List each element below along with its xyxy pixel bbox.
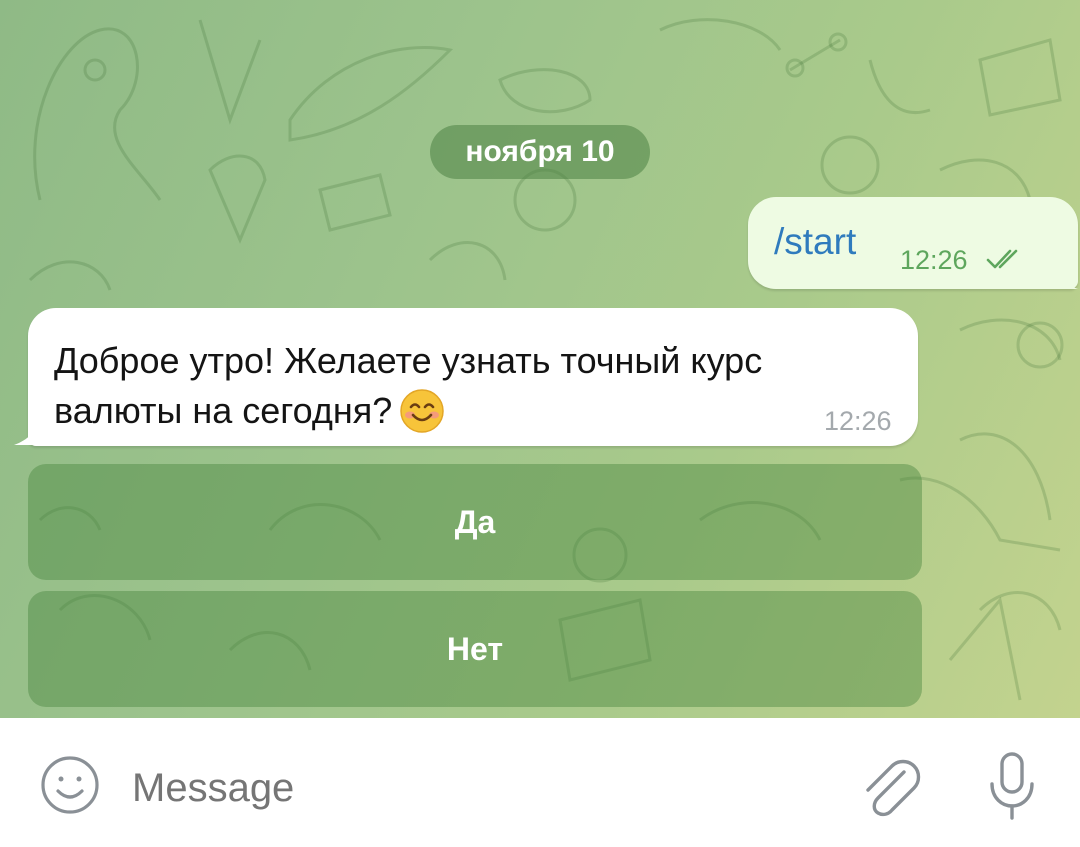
incoming-message-text: Доброе утро! Желаете узнать точный курс … — [54, 336, 884, 436]
outgoing-message-bubble[interactable]: /start 12:26 — [748, 197, 1078, 289]
paperclip-attach-icon[interactable] — [856, 752, 926, 822]
smiling-face-emoji-icon — [400, 389, 444, 433]
double-check-read-icon — [986, 249, 1018, 269]
keyboard-button-da[interactable]: Да — [28, 464, 922, 580]
keyboard-button-net[interactable]: Нет — [28, 591, 922, 707]
chat-background: ноября 10 /start 12:26 Доброе утро! Жела… — [0, 0, 1080, 718]
message-time: 12:26 — [900, 245, 968, 275]
incoming-message-bubble[interactable]: Доброе утро! Желаете узнать точный курс … — [28, 308, 918, 446]
emoji-icon[interactable] — [38, 753, 102, 817]
microphone-icon[interactable] — [982, 750, 1042, 822]
bot-command-link[interactable]: /start — [774, 221, 856, 263]
incoming-bubble-tail — [14, 420, 42, 445]
message-input[interactable] — [130, 757, 824, 819]
outgoing-bubble-tail — [1050, 262, 1078, 289]
date-separator: ноября 10 — [430, 125, 650, 179]
message-time: 12:26 — [824, 406, 892, 436]
